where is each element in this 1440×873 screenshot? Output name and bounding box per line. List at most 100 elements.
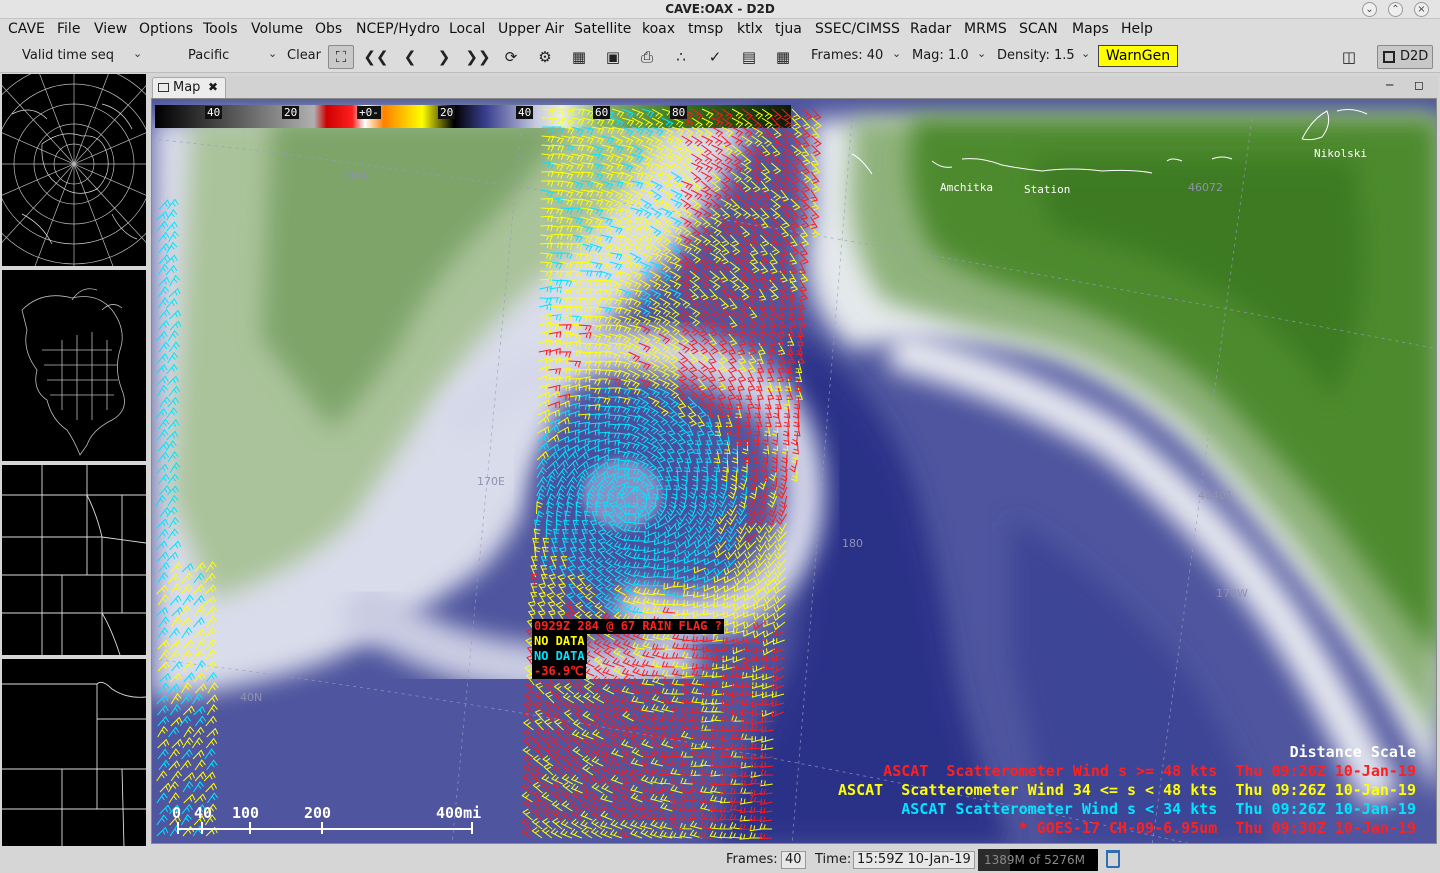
chevron-down-icon[interactable]: ⌄ — [268, 47, 277, 60]
legend-ascat-mid-time: Thu 09:26Z 10-Jan-19 — [1235, 781, 1416, 799]
menu-file[interactable]: File — [57, 21, 80, 37]
magnification-dropdown[interactable]: Mag: 1.0 — [912, 48, 969, 63]
menu-ssec-cimss[interactable]: SSEC/CIMSS — [815, 21, 900, 37]
legend-ascat-high-name: ASCAT Scatterometer Wind s >= 48 kts — [883, 762, 1218, 780]
legend-ascat-mid-name: ASCAT Scatterometer Wind 34 <= s < 48 kt… — [838, 781, 1218, 799]
menu-satellite[interactable]: Satellite — [574, 21, 631, 37]
chevron-down-icon[interactable]: ⌄ — [133, 47, 142, 60]
time-value: 15:59Z 10-Jan-19 — [853, 851, 975, 869]
grid-label: 46401 — [1198, 489, 1233, 502]
clear-button[interactable]: Clear — [287, 48, 321, 63]
side-panel-regional-states-map[interactable] — [2, 465, 146, 655]
menu-radar[interactable]: Radar — [910, 21, 951, 37]
four-panel-icon[interactable]: ▦ — [770, 45, 796, 69]
map-display[interactable]: 40 20 +0- 20 40 60 80 Amchitka Station N… — [151, 98, 1437, 844]
scale-label: 40 — [194, 804, 213, 822]
time-mode-dropdown[interactable]: Valid time seq — [22, 48, 114, 63]
menu-cave[interactable]: CAVE — [8, 21, 45, 37]
single-panel-icon[interactable]: ▤ — [736, 45, 762, 69]
legend-goes-17[interactable]: * GOES-17 CH-09-6.95um Thu 09:30Z 10-Jan… — [1019, 819, 1416, 837]
chevron-down-icon[interactable]: ⌄ — [977, 47, 986, 60]
menu-view[interactable]: View — [94, 21, 127, 37]
menu-options[interactable]: Options — [139, 21, 193, 37]
menu-scan[interactable]: SCAN — [1019, 21, 1058, 37]
minimize-pane-icon[interactable]: ─ — [1386, 78, 1393, 92]
toolbar: Valid time seq ⌄ Pacific ⌄ Clear ⛶ ❮❮ ❮ … — [0, 41, 1440, 73]
editor-tab-strip: Map ✖ ─ ◻ — [150, 76, 1438, 98]
scale-label: 200 — [304, 804, 332, 822]
print-icon[interactable]: ⎙ — [634, 45, 660, 69]
menu-volume[interactable]: Volume — [251, 21, 303, 37]
tab-map[interactable]: Map ✖ — [152, 77, 226, 98]
last-frame-icon[interactable]: ❯❯ — [465, 45, 491, 69]
sample-line-high-wind: 0929Z 284 @ 67 RAIN FLAG ? — [532, 619, 724, 634]
close-tab-icon[interactable]: ✖ — [208, 78, 218, 97]
image-properties-icon[interactable]: ▦ — [566, 45, 592, 69]
side-panel-local-counties-map[interactable] — [2, 659, 146, 847]
trash-icon[interactable] — [1106, 850, 1120, 868]
grid-label: 40N — [240, 691, 263, 704]
maximize-icon[interactable]: ⌃ — [1388, 2, 1403, 17]
menu-help[interactable]: Help — [1121, 21, 1153, 37]
menu-obs[interactable]: Obs — [315, 21, 342, 37]
loop-icon[interactable]: ⟳ — [498, 45, 524, 69]
menu-mrms[interactable]: MRMS — [964, 21, 1007, 37]
colorbar-label: +0- — [357, 106, 381, 119]
points-icon[interactable]: ∴ — [668, 45, 694, 69]
next-frame-icon[interactable]: ❯ — [431, 45, 457, 69]
colorbar-label: 60 — [593, 106, 611, 119]
window-title: CAVE:OAX - D2D — [665, 2, 775, 16]
memory-usage-bar: 1389M of 5276M — [978, 849, 1098, 871]
menu-ktlx[interactable]: ktlx — [737, 21, 763, 37]
colorbar-label: 40 — [205, 106, 223, 119]
side-panel-polar-map[interactable] — [2, 74, 146, 266]
legend-ascat-low-time: Thu 09:26Z 10-Jan-19 — [1235, 800, 1416, 818]
time-label: Time: — [815, 852, 852, 867]
menu-ncep-hydro[interactable]: NCEP/Hydro — [356, 21, 440, 37]
chevron-down-icon[interactable]: ⌄ — [892, 47, 901, 60]
maximize-pane-icon[interactable]: ◻ — [1414, 78, 1424, 92]
frames-dropdown[interactable]: Frames: 40 — [811, 48, 883, 63]
menu-koax[interactable]: koax — [642, 21, 675, 37]
legend-ascat-low-name: ASCAT Scatterometer Wind s < 34 kts — [901, 800, 1218, 818]
place-label-amchitka: Amchitka — [940, 181, 993, 194]
d2d-perspective-button[interactable]: D2D — [1377, 45, 1433, 69]
colorbar-label: 20 — [438, 106, 456, 119]
frames-label: Frames: — [726, 852, 778, 867]
baselines-icon[interactable]: ✓ — [702, 45, 728, 69]
menu-maps[interactable]: Maps — [1072, 21, 1109, 37]
grid-label: 170E — [477, 475, 505, 488]
menu-tmsp[interactable]: tmsp — [688, 21, 723, 37]
sample-line-mid-wind: NO DATA — [532, 634, 587, 649]
legend-distance-scale[interactable]: Distance Scale — [1290, 743, 1416, 761]
grid-label: 170W — [1216, 587, 1248, 600]
legend-ascat-high[interactable]: ASCAT Scatterometer Wind s >= 48 kts Thu… — [883, 762, 1416, 780]
legend-ascat-low[interactable]: ASCAT Scatterometer Wind s < 34 kts Thu … — [901, 800, 1416, 818]
previous-frame-icon[interactable]: ❮ — [397, 45, 423, 69]
menu-tjua[interactable]: tjua — [775, 21, 802, 37]
menu-upper-air[interactable]: Upper Air — [498, 21, 564, 37]
close-icon[interactable]: × — [1414, 2, 1429, 17]
menu-local[interactable]: Local — [449, 21, 485, 37]
chevron-down-icon[interactable]: ⌄ — [1081, 47, 1090, 60]
side-panel-north-america-map[interactable] — [2, 270, 146, 461]
refresh-data-icon[interactable]: ⚙ — [532, 45, 558, 69]
density-dropdown[interactable]: Density: 1.5 — [997, 48, 1075, 63]
legend-ascat-mid[interactable]: ASCAT Scatterometer Wind 34 <= s < 48 kt… — [838, 781, 1416, 799]
scale-dropdown[interactable]: Pacific — [188, 48, 229, 63]
sample-readout: 0929Z 284 @ 67 RAIN FLAG ? NO DATA NO DA… — [532, 619, 724, 679]
regional-states-thumbnail — [2, 465, 146, 655]
grid-label: 46072 — [1188, 181, 1223, 194]
menu-bar: CAVE File View Options Tools Volume Obs … — [0, 19, 1440, 41]
legend-goes-name: * GOES-17 CH-09-6.95um — [1018, 819, 1218, 837]
menu-tools[interactable]: Tools — [203, 21, 238, 37]
grid-label: 50N — [344, 169, 367, 182]
capture-icon[interactable]: ▣ — [600, 45, 626, 69]
cave-d2d-window: CAVE:OAX - D2D ⌄ ⌃ × CAVE File View Opti… — [0, 0, 1440, 873]
first-frame-icon[interactable]: ❮❮ — [363, 45, 389, 69]
sample-line-goes: -36.9℃ — [532, 664, 586, 679]
zoom-extent-icon[interactable]: ⛶ — [328, 45, 354, 69]
warngen-button[interactable]: WarnGen — [1098, 45, 1178, 67]
minimize-icon[interactable]: ⌄ — [1362, 2, 1377, 17]
open-perspective-icon[interactable]: ◫ — [1336, 45, 1362, 69]
